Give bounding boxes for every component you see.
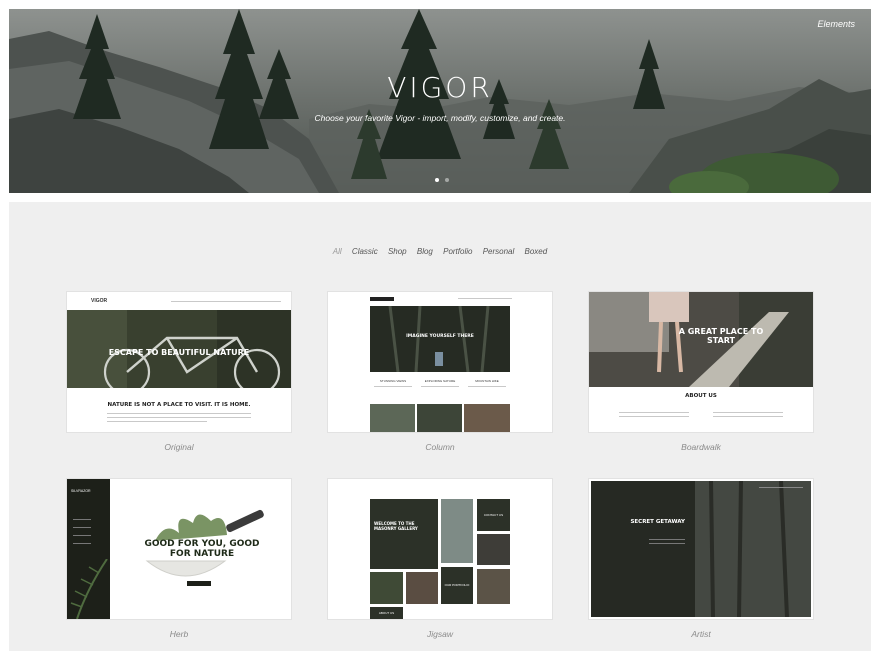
forest-trail-image [370,306,510,372]
dark-forest-image [591,481,811,617]
hero-banner: Elements VIGOR Choose your favorite Vigo… [9,9,871,193]
thumb-text-line [713,412,783,413]
filter-blog[interactable]: Blog [417,247,433,256]
thumb-col-title: STUNNING VIEWS [379,379,407,383]
slider-dots [435,178,449,182]
demo-thumb-jigsaw[interactable]: WELCOME TO THE MASONRY GALLERY CONTACT U… [328,479,552,619]
thumb-text-line [619,416,689,417]
thumb-menu [759,487,803,488]
thumb-photo [370,572,403,604]
demo-card-boardwalk[interactable]: A GREAT PLACE TO START ABOUT US Boardwal… [589,292,813,452]
demo-card-original[interactable]: VIGOR ESCAPE TO BEAUTIFUL NATURE NATURE … [67,292,291,452]
demo-card-jigsaw[interactable]: WELCOME TO THE MASONRY GALLERY CONTACT U… [328,479,552,639]
demo-thumb-herb[interactable]: SILVRAZOR GOOD FOR YOU, GOOD FOR NATURE [67,479,291,619]
thumb-text-line [374,386,412,387]
demo-label[interactable]: Boardwalk [589,442,813,452]
thumb-col-title: MOUNTAIN HIKE [475,379,499,383]
thumb-col-title: EXPLORING NATURE [424,379,456,383]
filter-classic[interactable]: Classic [352,247,378,256]
brand-logo: VIGOR [387,71,493,104]
thumb-headline: A GREAT PLACE TO START [678,327,764,345]
thumb-headline: WELCOME TO THE MASONRY GALLERY [374,521,418,531]
filter-shop[interactable]: Shop [388,247,407,256]
slider-dot-1[interactable] [435,178,439,182]
thumb-logo: SILVRAZOR [71,489,91,493]
thumb-subheadline: NATURE IS NOT A PLACE TO VISIT. IT IS HO… [107,402,251,408]
demo-label[interactable]: Column [328,442,552,452]
hero-tagline: Choose your favorite Vigor - import, mod… [314,113,566,123]
thumb-photo [417,404,462,432]
demo-label[interactable]: Original [67,442,291,452]
thumb-headline: GOOD FOR YOU, GOOD FOR NATURE [144,539,260,559]
thumb-menu [73,519,91,520]
thumb-photo [370,404,415,432]
thumb-menu [458,298,512,299]
thumb-photo [477,534,510,565]
thumb-button [187,581,211,586]
filter-bar: All Classic Shop Blog Portfolio Personal… [9,247,871,256]
thumb-tile [370,499,438,569]
thumb-text-line [649,543,685,544]
demo-panel: All Classic Shop Blog Portfolio Personal… [9,202,871,651]
elements-link[interactable]: Elements [817,19,855,29]
thumb-headline: ESCAPE TO BEAUTIFUL NATURE [108,348,250,357]
thumb-menu [73,543,91,544]
thumb-logo [370,297,394,301]
demo-label[interactable]: Artist [589,629,813,639]
page-frame: Elements VIGOR Choose your favorite Vigo… [9,9,871,651]
thumb-tile-label: CONTACT US [483,513,504,517]
demo-thumb-column[interactable]: IMAGINE YOURSELF THERE STUNNING VIEWS EX… [328,292,552,432]
thumb-text-line [107,421,207,422]
thumb-text-line [713,416,783,417]
filter-portfolio[interactable]: Portfolio [443,247,472,256]
thumb-menu [73,527,91,528]
thumb-text-line [619,412,689,413]
thumb-headline: SECRET GETAWAY [630,519,685,525]
thumb-photo [441,499,473,563]
filter-boxed[interactable]: Boxed [525,247,548,256]
thumb-photo [477,569,510,604]
filter-all[interactable]: All [333,247,342,256]
thumb-logo: VIGOR [91,298,108,304]
demo-card-herb[interactable]: SILVRAZOR GOOD FOR YOU, GOOD FOR NATURE … [67,479,291,639]
thumb-menu [171,301,281,302]
thumb-tile-label: ABOUT US [378,611,395,615]
demo-card-artist[interactable]: SECRET GETAWAY Artist [589,479,813,639]
thumb-text-line [107,413,251,414]
thumb-text-line [468,386,506,387]
demo-label[interactable]: Herb [67,629,291,639]
demo-label[interactable]: Jigsaw [328,629,552,639]
thumb-subheadline: ABOUT US [685,393,717,399]
fern-image [70,559,108,619]
thumb-text-line [649,539,685,540]
thumb-text-line [107,417,251,418]
thumb-photo [464,404,510,432]
demo-thumb-boardwalk[interactable]: A GREAT PLACE TO START ABOUT US [589,292,813,432]
thumb-headline: IMAGINE YOURSELF THERE [406,334,474,339]
thumb-menu [73,535,91,536]
thumb-tile-label: OUR PORTFOLIO [444,583,470,587]
slider-dot-2[interactable] [445,178,449,182]
thumb-photo [406,572,438,604]
thumb-text-line [421,386,459,387]
filter-personal[interactable]: Personal [483,247,515,256]
demo-thumb-artist[interactable]: SECRET GETAWAY [589,479,813,619]
demo-card-column[interactable]: IMAGINE YOURSELF THERE STUNNING VIEWS EX… [328,292,552,452]
demo-thumb-original[interactable]: VIGOR ESCAPE TO BEAUTIFUL NATURE NATURE … [67,292,291,432]
